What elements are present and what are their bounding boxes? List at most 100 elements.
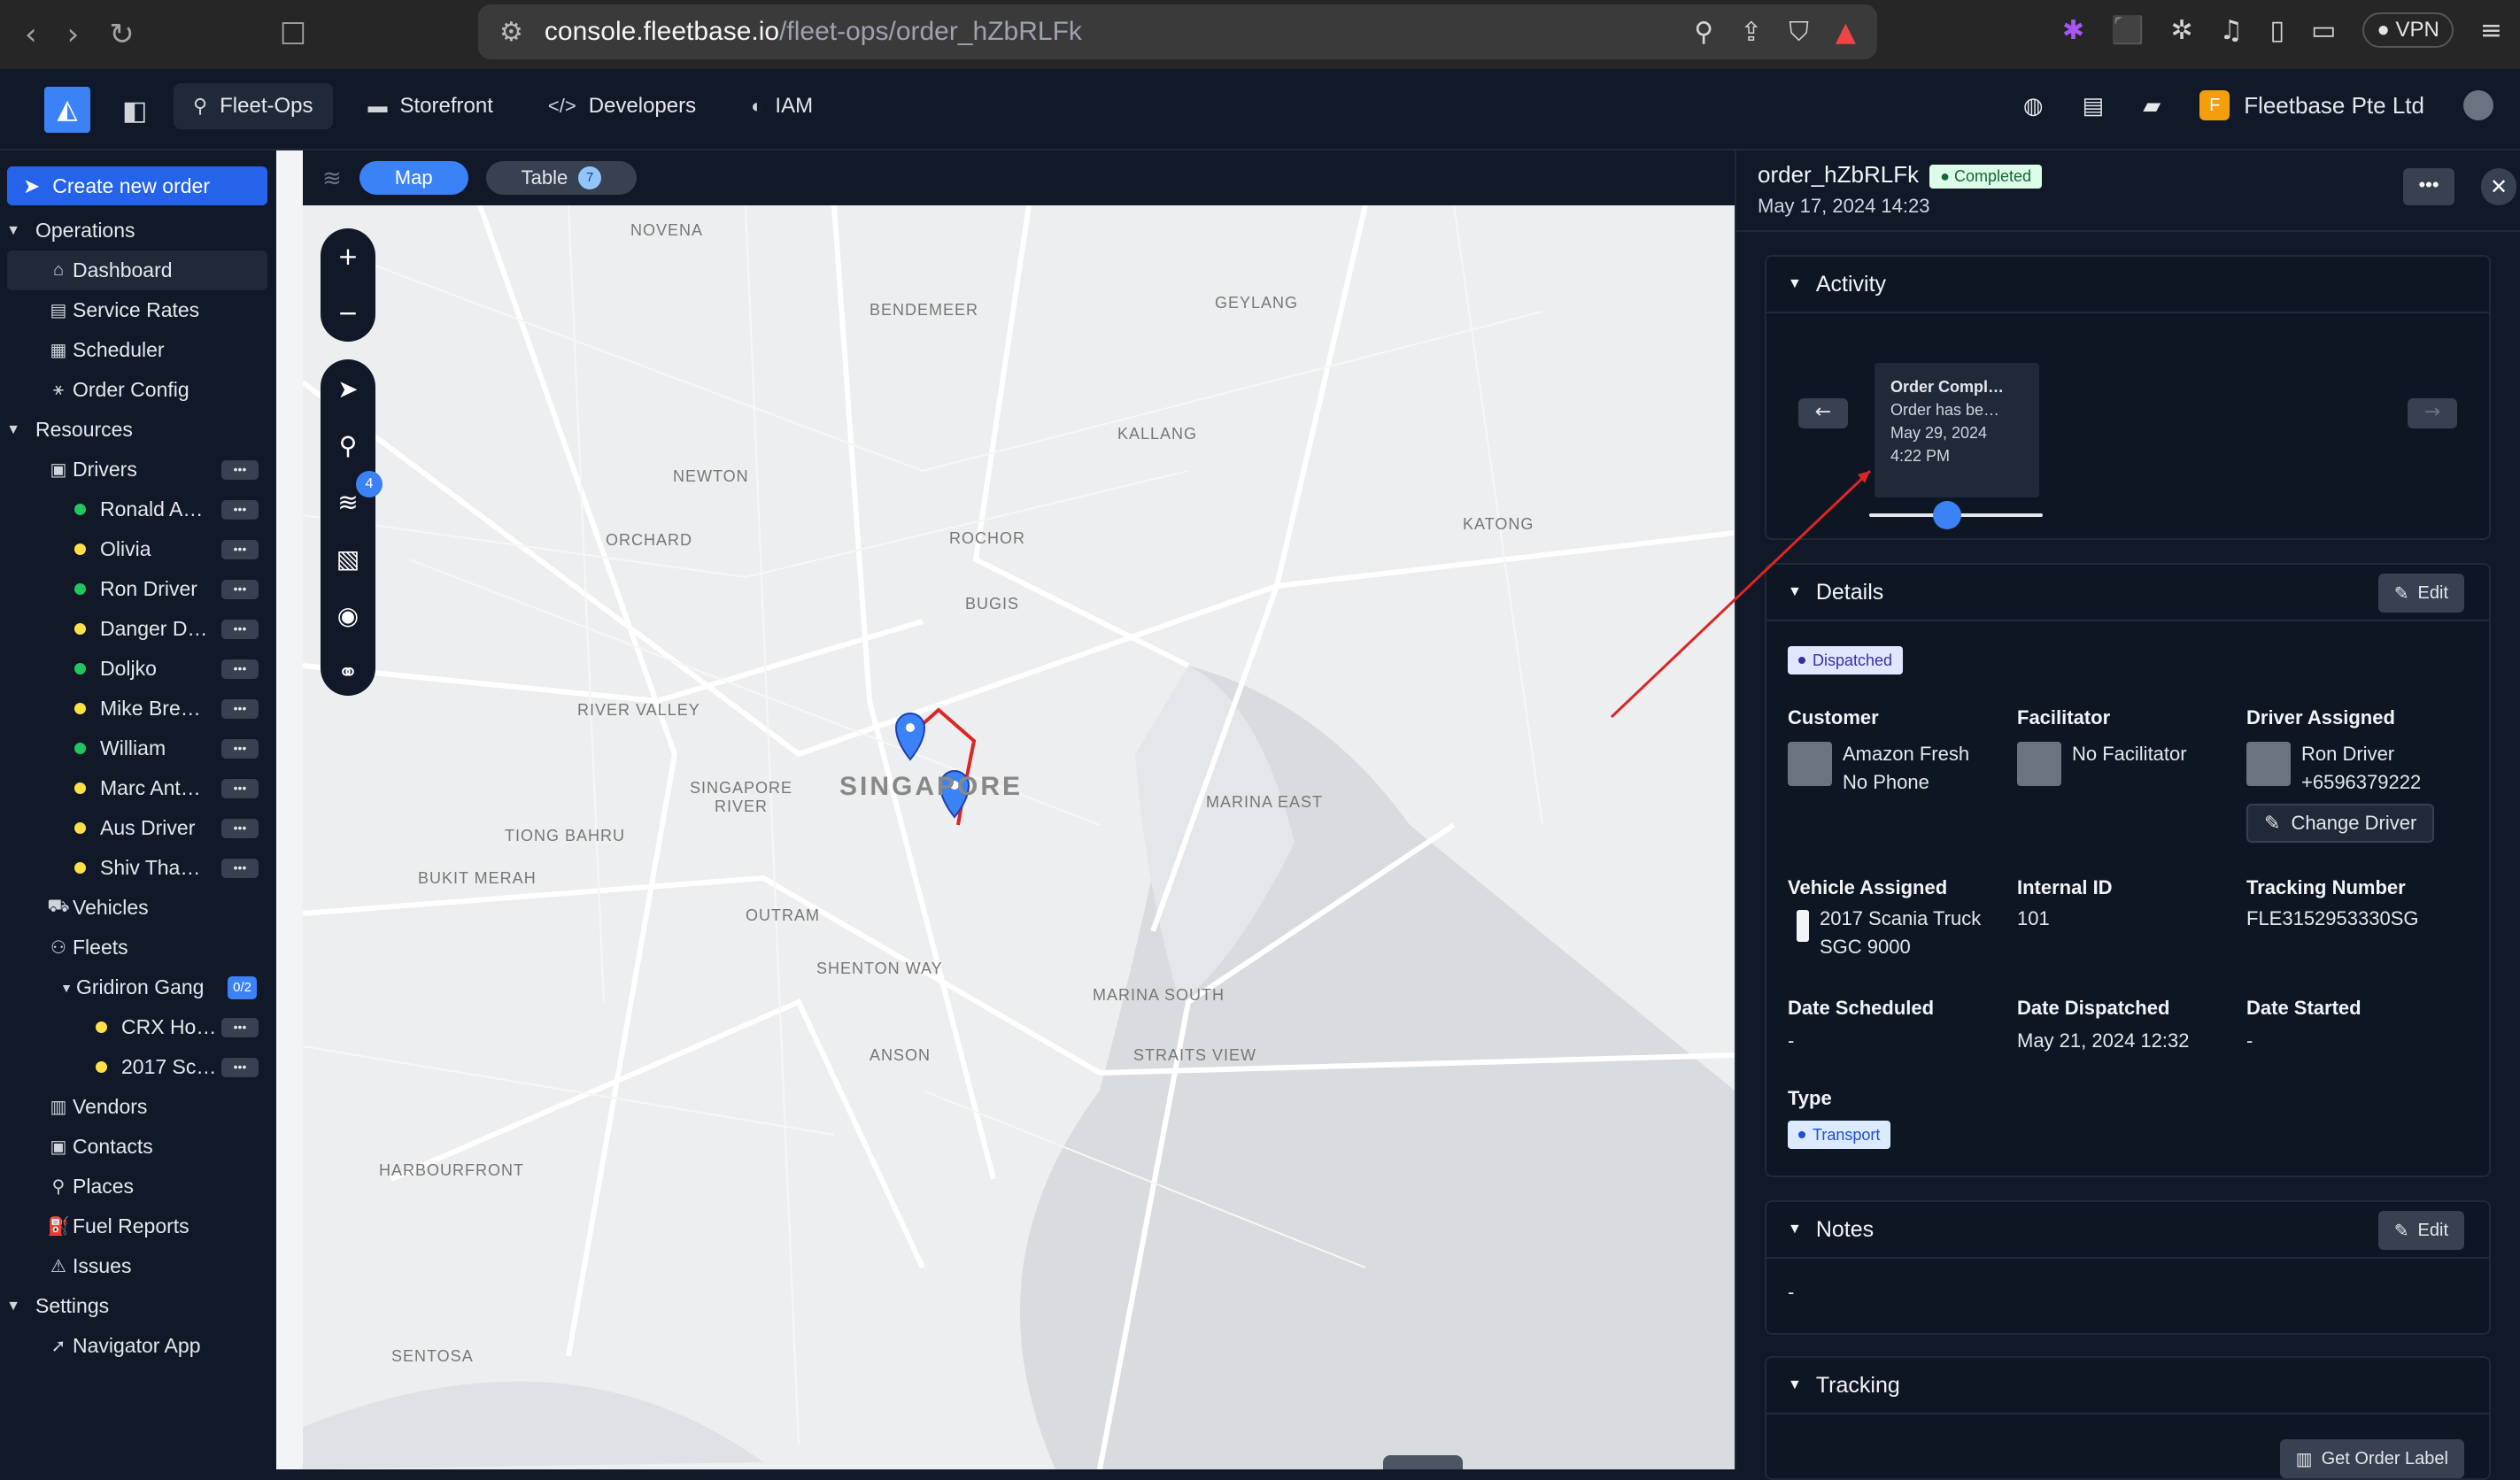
back-icon[interactable]: ‹ [25, 17, 37, 52]
map-icon[interactable]: ▧ [336, 531, 359, 588]
notes-header[interactable]: ▼ Notes ✎ Edit [1766, 1202, 2489, 1259]
more-button[interactable]: ••• [221, 579, 259, 599]
fleetbase-logo[interactable]: ◭ [44, 87, 90, 133]
sidebar-item-fleet-group[interactable]: ▼ Gridiron Gang 0/2 [0, 967, 274, 1007]
search-icon[interactable]: ⚲ [339, 418, 358, 474]
inbox-icon[interactable]: ▤ [2083, 92, 2105, 119]
binoculars-icon[interactable]: ⚭ [337, 644, 358, 701]
sidebar-toggle-icon[interactable]: ◧ [122, 96, 147, 127]
sidebar-item-driver[interactable]: Ronald A… ••• [0, 489, 274, 529]
close-icon[interactable]: ✕ [2481, 168, 2516, 205]
forward-icon[interactable]: › [67, 17, 80, 52]
driver-name[interactable]: Ron Driver [2301, 740, 2394, 768]
sidebar-item-drivers[interactable]: ▣ Drivers ••• [0, 450, 274, 489]
org-switcher[interactable]: F Fleetbase Pte Ltd [2199, 90, 2424, 120]
tab-fleet-ops[interactable]: ⚲ Fleet-Ops [174, 83, 333, 129]
shield-icon[interactable]: ⛉ [1789, 17, 1809, 48]
tracking-header[interactable]: ▼ Tracking [1766, 1358, 2489, 1414]
more-button[interactable]: ••• [221, 539, 259, 559]
get-order-label-button[interactable]: ▥ Get Order Label [2279, 1439, 2464, 1478]
layers-icon[interactable]: ≋ [322, 165, 342, 192]
zoom-out-icon[interactable]: − [337, 285, 358, 342]
more-button[interactable]: ••• [221, 459, 259, 480]
more-button[interactable]: ••• [221, 1017, 259, 1037]
puzzle-icon[interactable]: ✲ [2170, 15, 2192, 46]
vpn-button[interactable]: ● VPN [2362, 12, 2454, 48]
more-button[interactable]: ••• [221, 1057, 259, 1077]
address-bar[interactable]: ⚙ console.fleetbase.io/fleet-ops/order_h… [478, 4, 1877, 59]
eye-icon[interactable]: ◉ [337, 588, 359, 644]
create-order-button[interactable]: ➤ Create new order [7, 166, 267, 205]
tab-iam[interactable]: ◐ IAM [731, 83, 832, 129]
sidebar-item-contacts[interactable]: ▣ Contacts [0, 1127, 274, 1167]
table-view-button[interactable]: Table 7 [485, 161, 638, 195]
sidebar-section-resources[interactable]: ▼ Resources [0, 410, 274, 450]
sidebar-item-fleets[interactable]: ⚇ Fleets [0, 928, 274, 967]
sidebar-item-driver[interactable]: Aus Driver ••• [0, 808, 274, 848]
rewards-icon[interactable]: ▲ [1836, 17, 1856, 48]
change-driver-button[interactable]: ✎ Change Driver [2246, 804, 2435, 843]
more-button[interactable]: ••• [221, 698, 259, 719]
tab-developers[interactable]: </> Developers [529, 83, 715, 129]
activity-prev-button[interactable]: ← [1798, 398, 1848, 428]
sidebar-item-fleet-vehicle[interactable]: 2017 Sc… ••• [0, 1047, 274, 1087]
hubspot-icon[interactable]: ⬛ [2111, 15, 2144, 46]
activity-header[interactable]: ▼ Activity [1766, 257, 2489, 313]
sidebar-item-driver[interactable]: Olivia ••• [0, 529, 274, 569]
sidebar-item-fuel-reports[interactable]: ⛽ Fuel Reports [0, 1206, 274, 1246]
vehicle-name[interactable]: 2017 Scania Truck [1820, 905, 1981, 933]
sidebar-item-driver[interactable]: Mike Bre… ••• [0, 689, 274, 728]
chat-icon[interactable]: ▰ [2143, 92, 2161, 119]
sidebar-item-vehicles[interactable]: ⛟ Vehicles [0, 888, 274, 928]
menu-icon[interactable]: ≡ [2480, 15, 2502, 46]
sidebar-item-places[interactable]: ⚲ Places [0, 1167, 274, 1206]
wallet-icon[interactable]: ▭ [2311, 15, 2336, 46]
sidebar-item-driver[interactable]: Danger D… ••• [0, 609, 274, 649]
sidebar-section-settings[interactable]: ▼ Settings [0, 1286, 274, 1326]
more-button[interactable]: ••• [221, 499, 259, 520]
user-avatar[interactable] [2463, 90, 2493, 120]
sidebar-section-operations[interactable]: ▼ Operations [0, 211, 274, 251]
sidebar-item-dashboard[interactable]: ⌂ Dashboard [7, 251, 267, 290]
sidebar-item-order-config[interactable]: ⚹ Order Config [0, 370, 274, 410]
map-view-button[interactable]: Map [359, 161, 468, 195]
activity-card[interactable]: Order Compl… Order has be… May 29, 2024 … [1875, 363, 2039, 497]
sidebar-item-fleet-vehicle[interactable]: CRX Ho… ••• [0, 1007, 274, 1047]
more-button[interactable]: ••• [221, 659, 259, 679]
sidebar-item-issues[interactable]: ⚠ Issues [0, 1246, 274, 1286]
send-icon[interactable]: ➤ [337, 361, 358, 418]
sidebar-item-service-rates[interactable]: ▤ Service Rates [0, 290, 274, 330]
map-canvas[interactable]: NOVENA BENDEMEER GEYLANG KALLANG NEWTON ORCHA… [303, 205, 1735, 1469]
color-extension-icon[interactable]: ✱ [2062, 15, 2084, 46]
more-button[interactable]: ••• [221, 858, 259, 878]
edit-details-button[interactable]: ✎ Edit [2377, 574, 2464, 613]
sidebar-item-scheduler[interactable]: ▦ Scheduler [0, 330, 274, 370]
sidebar-item-driver[interactable]: William ••• [0, 728, 274, 768]
slider-knob[interactable] [1933, 501, 1962, 529]
map-drag-handle[interactable] [1383, 1455, 1463, 1469]
zoom-in-icon[interactable]: + [337, 228, 358, 285]
zoom-icon[interactable]: ⚲ [1694, 17, 1713, 48]
bookmark-icon[interactable]: ☐ [280, 17, 306, 52]
tab-storefront[interactable]: ▬ Storefront [349, 83, 513, 129]
activity-slider[interactable] [1869, 501, 2043, 529]
more-actions-button[interactable]: ••• [2403, 168, 2454, 205]
share-icon[interactable]: ⇪ [1740, 17, 1762, 48]
sidebar-icon[interactable]: ▯ [2269, 15, 2284, 46]
more-button[interactable]: ••• [221, 738, 259, 759]
sidebar-item-driver[interactable]: Ron Driver ••• [0, 569, 274, 609]
edit-notes-button[interactable]: ✎ Edit [2377, 1211, 2464, 1250]
sidebar-item-driver[interactable]: Shiv Tha… ••• [0, 848, 274, 888]
reload-icon[interactable]: ↻ [109, 17, 135, 52]
sidebar-item-driver[interactable]: Doljko ••• [0, 649, 274, 689]
more-button[interactable]: ••• [221, 778, 259, 798]
sidebar-item-vendors[interactable]: ▥ Vendors [0, 1087, 274, 1127]
details-header[interactable]: ▼ Details ✎ Edit [1766, 565, 2489, 621]
sidebar-item-driver[interactable]: Marc Ant… ••• [0, 768, 274, 808]
more-button[interactable]: ••• [221, 818, 259, 838]
music-icon[interactable]: ♫ [2220, 15, 2244, 46]
globe-icon[interactable]: ◍ [2023, 92, 2044, 119]
more-button[interactable]: ••• [221, 619, 259, 639]
activity-next-button[interactable]: → [2408, 398, 2457, 428]
sidebar-item-navigator-app[interactable]: ➚ Navigator App [0, 1326, 274, 1366]
